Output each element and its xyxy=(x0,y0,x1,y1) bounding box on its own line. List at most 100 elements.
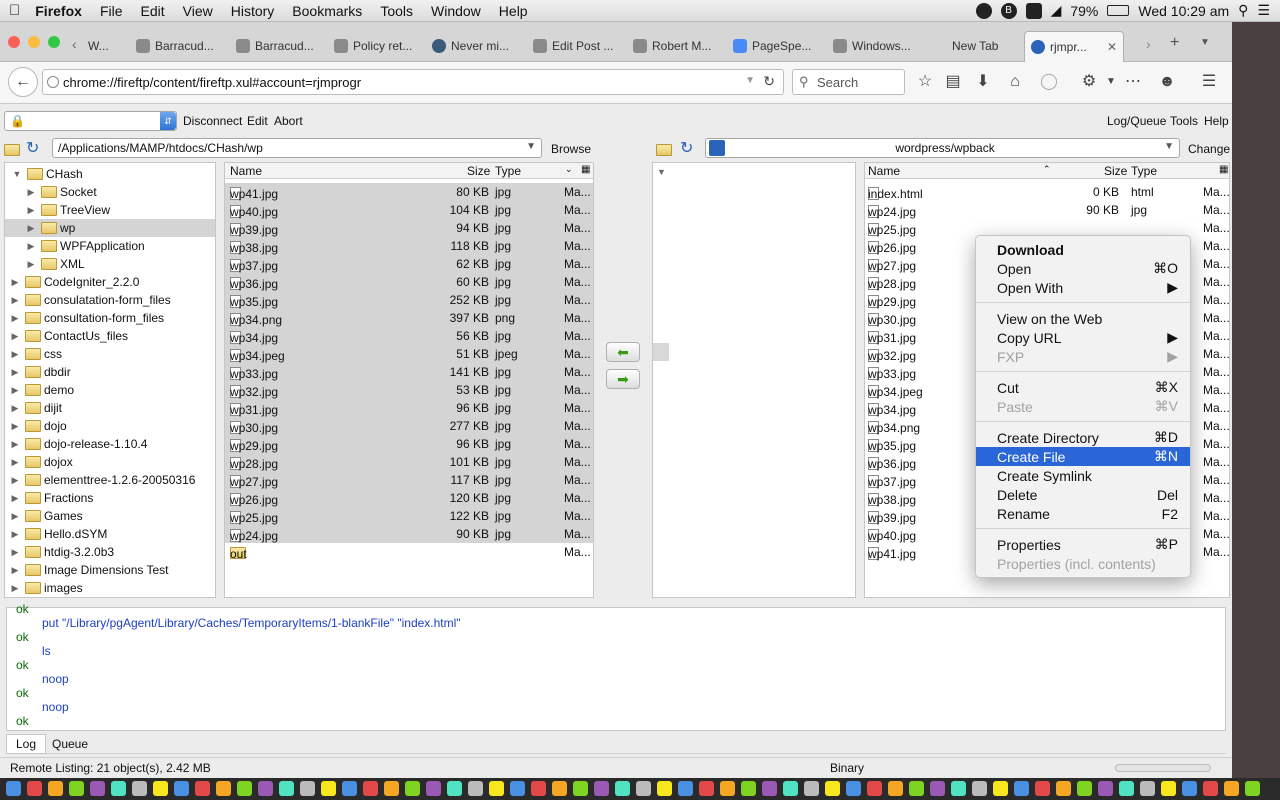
menu-item-properties[interactable]: Properties ⌘P xyxy=(976,535,1190,554)
local-col-name[interactable]: Name xyxy=(230,164,262,178)
remote-col-size[interactable]: Size xyxy=(1104,164,1127,178)
expand-icon[interactable]: ▶ xyxy=(9,493,21,504)
dock-app-icon[interactable] xyxy=(1077,781,1092,796)
disconnect-button[interactable]: Disconnect xyxy=(183,114,242,128)
tree-item[interactable]: ▶ demo xyxy=(5,381,215,399)
tab-3[interactable]: Policy ret... xyxy=(334,34,418,58)
tab-scroll-right-icon[interactable]: › xyxy=(1146,36,1151,52)
column-picker-icon[interactable]: ▦ xyxy=(1219,164,1228,175)
tree-item[interactable]: ▶ dijit xyxy=(5,399,215,417)
tab-8[interactable]: Windows... xyxy=(833,34,917,58)
dock-app-icon[interactable] xyxy=(951,781,966,796)
tree-item[interactable]: ▶ CodeIgniter_2.2.0 xyxy=(5,273,215,291)
file-row[interactable]: wp39.jpg 94 KB jpg Ma... xyxy=(225,219,593,237)
upload-arrow-button[interactable]: ➡ xyxy=(606,369,640,389)
menu-item-create-directory[interactable]: Create Directory ⌘D xyxy=(976,428,1190,447)
dock-app-icon[interactable] xyxy=(657,781,672,796)
expand-icon[interactable]: ▶ xyxy=(9,277,21,288)
local-path-dropdown-icon[interactable]: ▼ xyxy=(526,141,536,152)
tree-item[interactable]: ▶ WPFApplication xyxy=(5,237,215,255)
menu-window[interactable]: Window xyxy=(422,3,490,19)
dock-app-icon[interactable] xyxy=(90,781,105,796)
sync-icon[interactable]: ◯ xyxy=(1040,73,1058,91)
dock-app-icon[interactable] xyxy=(1119,781,1134,796)
tree-item[interactable]: ▶ wp xyxy=(5,219,215,237)
dock-app-icon[interactable] xyxy=(594,781,609,796)
spotlight-icon[interactable]: ⚲ xyxy=(1238,2,1248,19)
tools-button[interactable]: Tools xyxy=(1170,114,1198,128)
expand-icon[interactable]: ▶ xyxy=(9,367,21,378)
url-bar[interactable]: chrome://fireftp/content/fireftp.xul#acc… xyxy=(42,69,784,95)
close-tab-icon[interactable]: ✕ xyxy=(1107,40,1117,54)
dock-app-icon[interactable] xyxy=(1161,781,1176,796)
dock-app-icon[interactable] xyxy=(6,781,21,796)
folder-row[interactable]: out Ma... xyxy=(225,543,593,561)
remote-folder-tree[interactable]: ▼ xyxy=(652,162,856,598)
dock-app-icon[interactable] xyxy=(384,781,399,796)
tree-item[interactable]: ▶ htdig-3.2.0b3 xyxy=(5,543,215,561)
file-row[interactable]: wp37.jpg 62 KB jpg Ma... xyxy=(225,255,593,273)
url-text[interactable]: chrome://fireftp/content/fireftp.xul#acc… xyxy=(63,75,361,90)
tree-item[interactable]: ▶ Image Dimensions Test xyxy=(5,561,215,579)
expand-icon[interactable]: ▶ xyxy=(9,547,21,558)
tree-item[interactable]: ▶ consulatation-form_files xyxy=(5,291,215,309)
notification-icon[interactable]: ☰ xyxy=(1257,2,1270,19)
menu-file[interactable]: File xyxy=(91,3,132,19)
tab-2[interactable]: Barracud... xyxy=(236,34,320,58)
dock-app-icon[interactable] xyxy=(762,781,777,796)
reading-list-icon[interactable]: ▤ xyxy=(944,73,962,91)
dock-app-icon[interactable] xyxy=(804,781,819,796)
dock-app-icon[interactable] xyxy=(321,781,336,796)
file-row[interactable]: wp31.jpg 96 KB jpg Ma... xyxy=(225,399,593,417)
clock[interactable]: Wed 10:29 am xyxy=(1138,3,1229,19)
tab-0[interactable]: W... xyxy=(88,34,128,58)
dock-app-icon[interactable] xyxy=(1224,781,1239,796)
dock-app-icon[interactable] xyxy=(468,781,483,796)
tree-item[interactable]: ▶ consultation-form_files xyxy=(5,309,215,327)
dock-app-icon[interactable] xyxy=(510,781,525,796)
local-col-size[interactable]: Size xyxy=(467,164,490,178)
local-open-folder-icon[interactable] xyxy=(4,142,23,156)
tree-item[interactable]: ▶ css xyxy=(5,345,215,363)
change-button[interactable]: Change xyxy=(1188,142,1230,156)
dock-app-icon[interactable] xyxy=(132,781,147,796)
dock-app-icon[interactable] xyxy=(552,781,567,796)
dock-app-icon[interactable] xyxy=(1203,781,1218,796)
tree-item[interactable]: ▶ TreeView xyxy=(5,201,215,219)
dock-app-icon[interactable] xyxy=(1056,781,1071,796)
search-input[interactable]: ⚲ Search xyxy=(792,69,905,95)
battery-percent[interactable]: 79% xyxy=(1070,3,1098,19)
file-row[interactable]: wp34.jpeg 51 KB jpeg Ma... xyxy=(225,345,593,363)
tree-item[interactable]: ▶ Hello.dSYM xyxy=(5,525,215,543)
tree-item[interactable]: ▶ ContactUs_files xyxy=(5,327,215,345)
file-row[interactable]: wp24.jpg 90 KB jpg Ma... xyxy=(865,201,1229,219)
file-row[interactable]: wp25.jpg 122 KB jpg Ma... xyxy=(225,507,593,525)
menu-item-cut[interactable]: Cut ⌘X xyxy=(976,378,1190,397)
extension-icon[interactable]: ⚙ xyxy=(1080,73,1098,91)
dock-app-icon[interactable] xyxy=(174,781,189,796)
dock-app-icon[interactable] xyxy=(615,781,630,796)
bookmark-star-icon[interactable]: ☆ xyxy=(916,73,934,91)
menu-tools[interactable]: Tools xyxy=(371,3,422,19)
dock-app-icon[interactable] xyxy=(405,781,420,796)
menu-item-create-symlink[interactable]: Create Symlink xyxy=(976,466,1190,485)
log-queue-button[interactable]: Log/Queue xyxy=(1107,114,1166,128)
expand-icon[interactable]: ▶ xyxy=(25,205,37,216)
dock-app-icon[interactable] xyxy=(741,781,756,796)
dock-app-icon[interactable] xyxy=(993,781,1008,796)
tree-item[interactable]: ▶ XML xyxy=(5,255,215,273)
file-row[interactable]: index.html 0 KB html Ma... xyxy=(865,183,1229,201)
expand-icon[interactable]: ▶ xyxy=(25,259,37,270)
tree-item[interactable]: ▶ images xyxy=(5,579,215,597)
dock-app-icon[interactable] xyxy=(27,781,42,796)
edit-button[interactable]: Edit xyxy=(247,114,268,128)
expand-icon[interactable]: ▶ xyxy=(9,385,21,396)
dock-app-icon[interactable] xyxy=(678,781,693,796)
dock-app-icon[interactable] xyxy=(300,781,315,796)
expand-icon[interactable]: ▶ xyxy=(9,313,21,324)
tab-6[interactable]: Robert M... xyxy=(633,34,717,58)
file-row[interactable]: wp27.jpg 117 KB jpg Ma... xyxy=(225,471,593,489)
more-dots-icon[interactable]: ⋯ xyxy=(1124,73,1142,91)
url-dropdown-icon[interactable]: ▼ xyxy=(745,75,755,86)
dock-app-icon[interactable] xyxy=(426,781,441,796)
